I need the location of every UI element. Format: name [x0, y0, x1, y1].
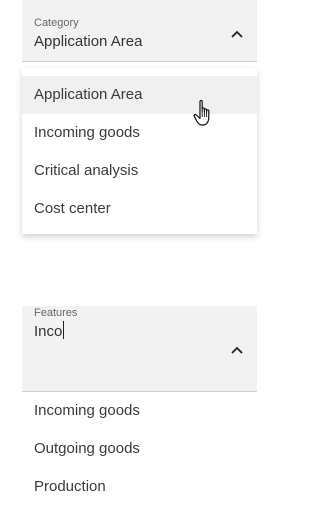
category-label: Category [34, 17, 79, 29]
option-application-area[interactable]: Application Area [22, 76, 257, 114]
option-incoming-goods[interactable]: Incoming goods [22, 392, 257, 430]
category-dropdown[interactable]: Category Application Area Application Ar… [22, 0, 257, 234]
features-input-text: Inco [34, 323, 63, 340]
category-selected-value: Application Area [34, 33, 143, 50]
features-search-field[interactable]: Features Inco [22, 306, 257, 392]
option-critical-analysis[interactable]: Critical analysis [22, 152, 257, 190]
category-select-field[interactable]: Category Application Area [22, 0, 257, 62]
category-options-list: Application Area Incoming goods Critical… [22, 68, 257, 234]
option-cost-center[interactable]: Cost center [22, 190, 257, 228]
option-production[interactable]: Production [22, 468, 257, 506]
chevron-up-icon[interactable] [231, 346, 243, 354]
text-caret [63, 321, 65, 339]
features-options-list: Incoming goods Outgoing goods Production [22, 392, 257, 512]
features-dropdown[interactable]: Features Inco Incoming goods Outgoing go… [22, 286, 257, 512]
hand-pointer-cursor-icon [193, 99, 210, 126]
features-input[interactable]: Inco [34, 321, 245, 343]
option-outgoing-goods[interactable]: Outgoing goods [22, 430, 257, 468]
option-incoming-goods[interactable]: Incoming goods [22, 114, 257, 152]
chevron-up-icon[interactable] [231, 30, 243, 38]
features-label: Features [34, 307, 78, 319]
